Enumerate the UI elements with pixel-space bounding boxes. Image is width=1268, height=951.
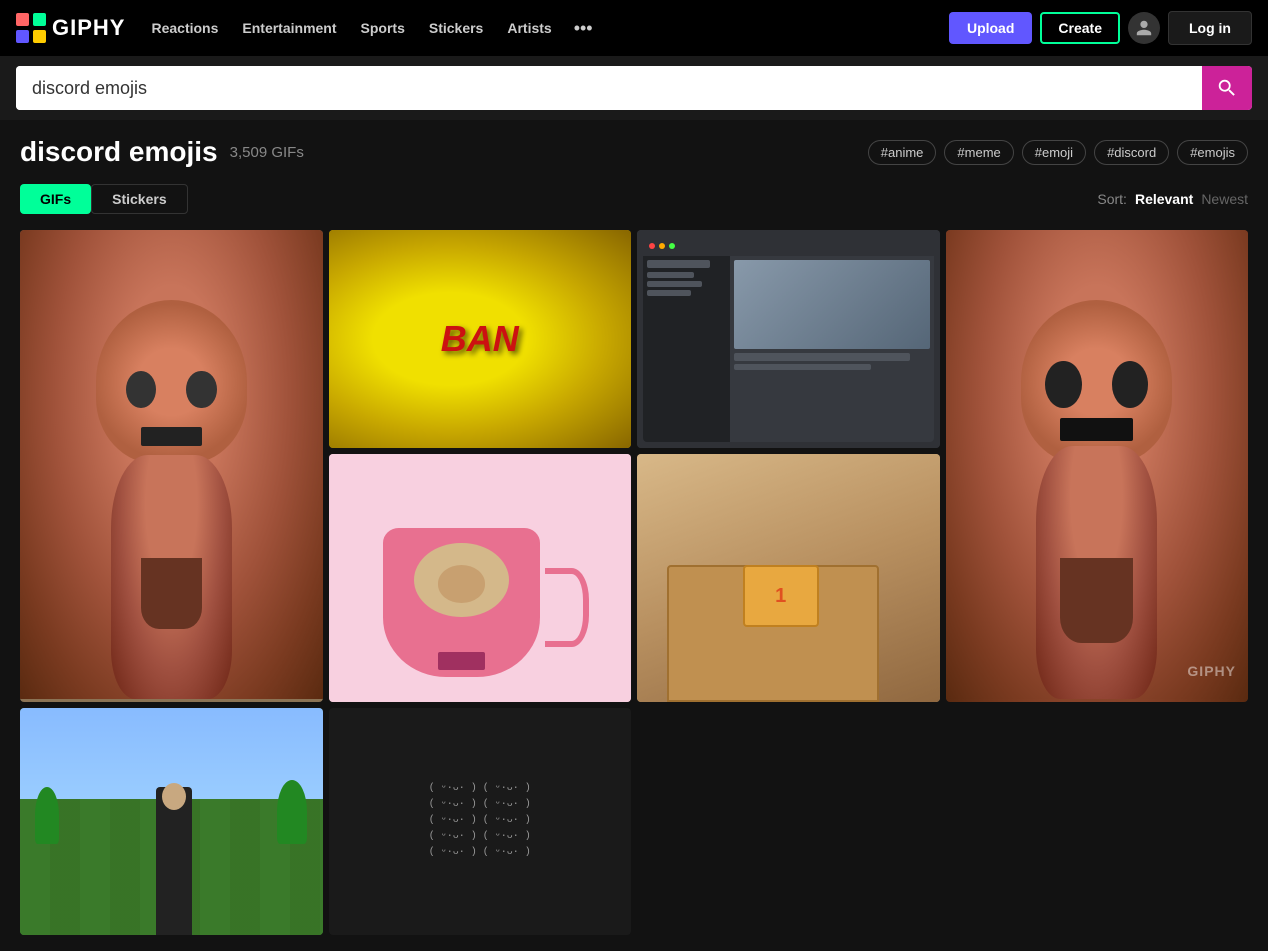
giphy-watermark: GIPHY [1187, 663, 1236, 679]
gif-item[interactable] [20, 708, 323, 935]
filter-tabs: GIFs Stickers [20, 184, 188, 214]
header: GIPHY Reactions Entertainment Sports Sti… [0, 0, 1268, 56]
results-title: discord emojis [20, 136, 218, 168]
login-button[interactable]: Log in [1168, 11, 1252, 45]
tab-stickers[interactable]: Stickers [91, 184, 187, 214]
tag-emoji[interactable]: #emoji [1022, 140, 1086, 165]
giphy-logo-text: GIPHY [52, 15, 125, 41]
header-right: Upload Create Log in [949, 11, 1252, 45]
sort-relevant[interactable]: Relevant [1135, 191, 1193, 207]
nav-more-button[interactable]: ••• [566, 12, 601, 45]
create-button[interactable]: Create [1040, 12, 1120, 44]
gif-grid: BAN [20, 230, 1248, 935]
gif-item[interactable]: GIPHY [946, 230, 1249, 702]
tag-anime[interactable]: #anime [868, 140, 937, 165]
nav-sports[interactable]: Sports [351, 14, 415, 42]
gif-item[interactable] [20, 230, 323, 702]
tags-area: #anime #meme #emoji #discord #emojis [868, 140, 1248, 165]
user-avatar[interactable] [1128, 12, 1160, 44]
sort-area: Sort: Relevant Newest [1097, 191, 1248, 207]
results-header: discord emojis 3,509 GIFs #anime #meme #… [20, 136, 1248, 168]
nav-artists[interactable]: Artists [497, 14, 561, 42]
search-button[interactable] [1202, 66, 1252, 110]
nav-stickers[interactable]: Stickers [419, 14, 493, 42]
gif-item[interactable]: ( ᵕ·ᴗ· ) ( ᵕ·ᴗ· ) ( ᵕ·ᴗ· ) ( ᵕ·ᴗ· ) ( ᵕ·… [329, 708, 632, 935]
main-nav: Reactions Entertainment Sports Stickers … [141, 12, 940, 45]
gif-item[interactable] [329, 454, 632, 702]
ban-text: BAN [441, 318, 519, 360]
logo-area[interactable]: GIPHY [16, 13, 125, 43]
nav-entertainment[interactable]: Entertainment [232, 14, 346, 42]
search-bar-container [0, 56, 1268, 120]
search-bar-wrapper [16, 66, 1252, 110]
gif-item[interactable]: BAN [329, 230, 632, 448]
sort-newest[interactable]: Newest [1201, 191, 1248, 207]
main-content: discord emojis 3,509 GIFs #anime #meme #… [0, 120, 1268, 951]
nav-reactions[interactable]: Reactions [141, 14, 228, 42]
tag-emojis[interactable]: #emojis [1177, 140, 1248, 165]
results-count: 3,509 GIFs [230, 144, 304, 161]
user-icon [1135, 19, 1153, 37]
gif-item[interactable] [637, 230, 940, 448]
tag-discord[interactable]: #discord [1094, 140, 1169, 165]
sort-label: Sort: [1097, 191, 1127, 207]
giphy-logo-icon [16, 13, 46, 43]
filter-row: GIFs Stickers Sort: Relevant Newest [20, 184, 1248, 214]
search-input[interactable] [16, 66, 1202, 110]
upload-button[interactable]: Upload [949, 12, 1032, 44]
search-icon [1216, 77, 1238, 99]
tag-meme[interactable]: #meme [944, 140, 1013, 165]
tab-gifs[interactable]: GIFs [20, 184, 91, 214]
gif-item[interactable]: 1 [637, 454, 940, 702]
